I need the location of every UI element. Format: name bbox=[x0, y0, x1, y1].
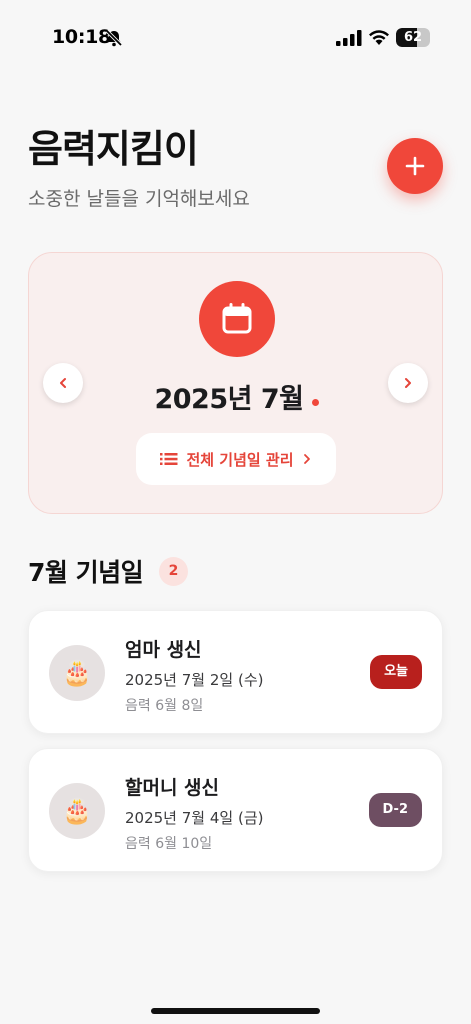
month-card: 2025년 7월 전체 기념일 관리 bbox=[28, 252, 443, 514]
anniversary-name: 할머니 생신 bbox=[125, 777, 220, 799]
calendar-icon bbox=[222, 303, 252, 334]
anniversary-count-badge: 2 bbox=[159, 557, 188, 586]
cellular-signal-icon bbox=[336, 30, 362, 46]
section-title: 7월 기념일 bbox=[28, 558, 144, 587]
wifi-icon bbox=[369, 30, 389, 45]
today-badge: 오늘 bbox=[370, 655, 422, 689]
anniversary-date: 2025년 7월 2일 (수) bbox=[125, 671, 264, 689]
anniversary-lunar-date: 음력 6월 10일 bbox=[125, 836, 213, 852]
plus-icon bbox=[405, 156, 425, 176]
battery-percent: 62 bbox=[403, 30, 423, 45]
manage-all-anniversaries-button[interactable]: 전체 기념일 관리 bbox=[136, 433, 336, 485]
home-indicator bbox=[151, 1008, 320, 1014]
list-icon bbox=[160, 453, 178, 465]
today-dot bbox=[311, 399, 319, 406]
bell-slash-icon bbox=[105, 29, 123, 47]
manage-label: 전체 기념일 관리 bbox=[186, 450, 294, 469]
next-month-button[interactable] bbox=[388, 363, 428, 403]
cake-icon: 🎂 bbox=[49, 783, 105, 839]
status-bar: 10:18 62 bbox=[0, 0, 471, 76]
current-month: 2025년 7월 bbox=[154, 384, 304, 415]
add-anniversary-button[interactable] bbox=[387, 138, 443, 194]
chevron-right-icon bbox=[303, 454, 310, 464]
chevron-right-icon bbox=[405, 378, 411, 388]
status-time: 10:18 bbox=[52, 26, 111, 48]
battery-icon: 62 bbox=[396, 28, 430, 47]
anniversary-lunar-date: 음력 6월 8일 bbox=[125, 698, 204, 714]
anniversary-card[interactable]: 🎂 엄마 생신 2025년 7월 2일 (수) 음력 6월 8일 오늘 bbox=[28, 610, 443, 734]
d-day-badge: D-2 bbox=[368, 793, 422, 827]
cake-icon: 🎂 bbox=[49, 645, 105, 701]
anniversary-date: 2025년 7월 4일 (금) bbox=[125, 809, 264, 827]
anniversary-name: 엄마 생신 bbox=[125, 639, 202, 661]
month-label-row: 2025년 7월 bbox=[29, 377, 444, 416]
app-title: 음력지킴이 bbox=[28, 127, 199, 171]
app-subtitle: 소중한 날들을 기억해보세요 bbox=[28, 188, 250, 210]
anniversary-card[interactable]: 🎂 할머니 생신 2025년 7월 4일 (금) 음력 6월 10일 D-2 bbox=[28, 748, 443, 872]
calendar-badge bbox=[199, 281, 275, 357]
